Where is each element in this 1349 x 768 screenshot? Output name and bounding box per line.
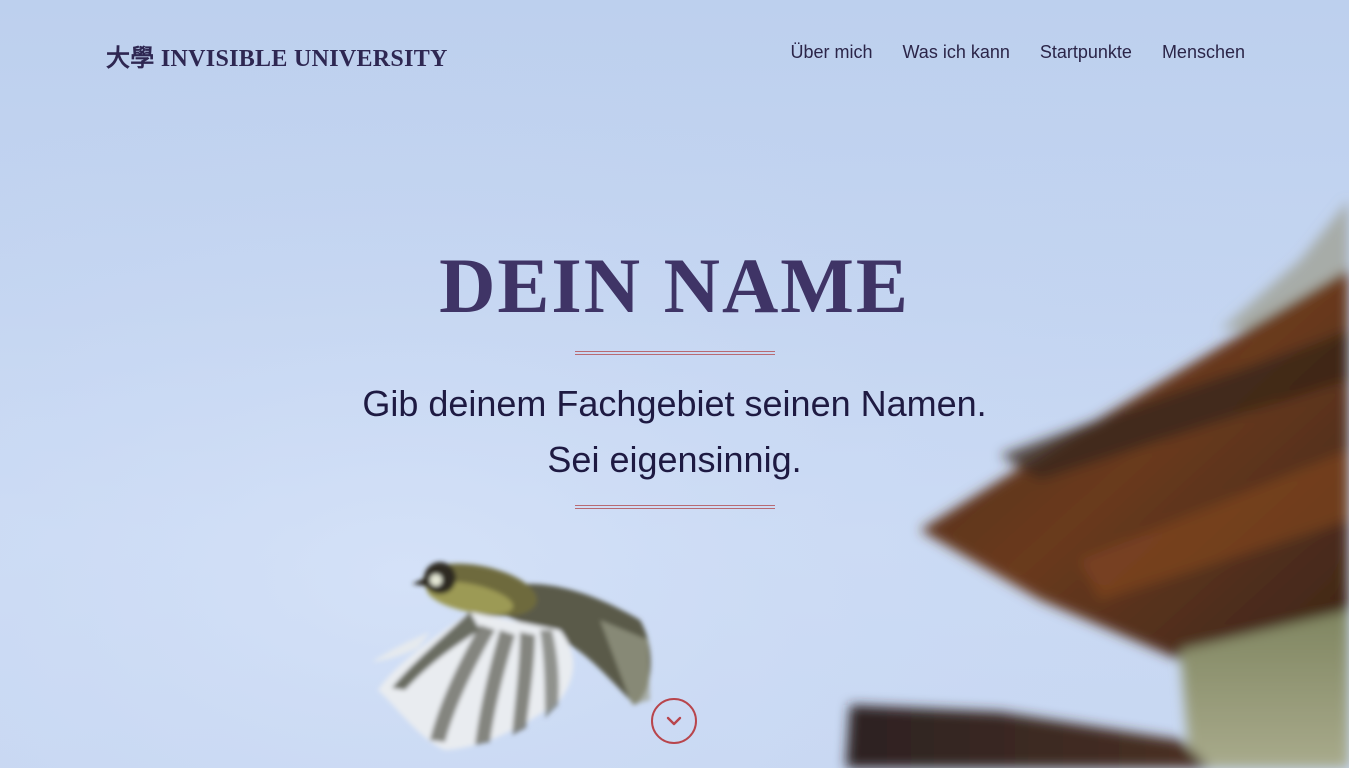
scroll-down-button[interactable] xyxy=(651,698,697,744)
hero-section: 大學 INVISIBLE UNIVERSITY Über mich Was ic… xyxy=(0,0,1349,768)
hero-tagline-line-1: Gib deinem Fachgebiet seinen Namen. xyxy=(362,383,987,424)
hero-divider-bottom xyxy=(575,505,775,509)
hero-tagline: Gib deinem Fachgebiet seinen Namen. Sei … xyxy=(0,376,1349,488)
hero-divider-top xyxy=(575,351,775,355)
hero-tagline-line-2: Sei eigensinnig. xyxy=(547,439,802,480)
top-navigation-bar: 大學 INVISIBLE UNIVERSITY Über mich Was ic… xyxy=(0,0,1349,108)
nav-item-uber-mich[interactable]: Über mich xyxy=(790,42,872,63)
site-logo-link[interactable]: 大學 INVISIBLE UNIVERSITY xyxy=(106,38,448,73)
hero-title: DEIN NAME xyxy=(439,242,910,329)
chevron-down-icon xyxy=(666,716,682,726)
nav-item-was-ich-kann[interactable]: Was ich kann xyxy=(902,42,1009,63)
main-nav: Über mich Was ich kann Startpunkte Mensc… xyxy=(790,42,1245,63)
nav-item-startpunkte[interactable]: Startpunkte xyxy=(1040,42,1132,63)
nav-item-menschen[interactable]: Menschen xyxy=(1162,42,1245,63)
